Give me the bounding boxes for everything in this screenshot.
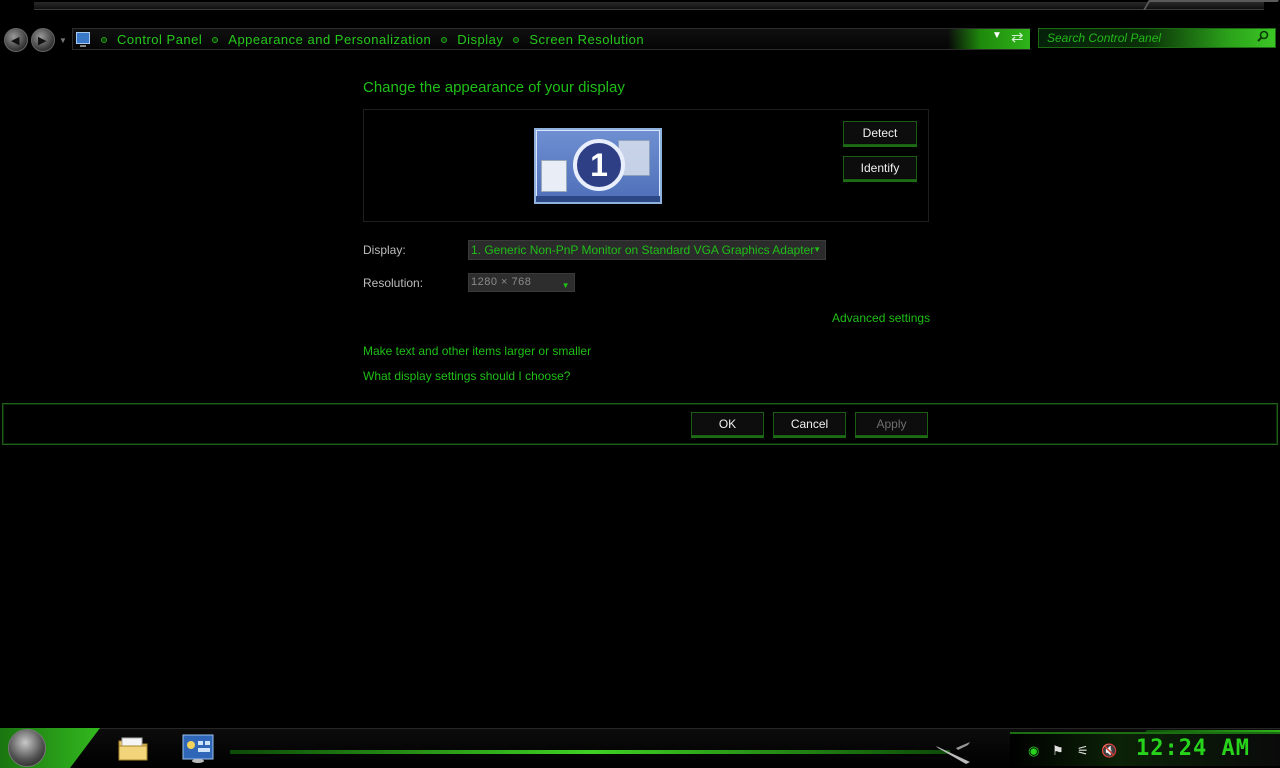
resolution-label: Resolution: [363, 276, 424, 290]
display-label: Display: [363, 243, 406, 257]
recent-pages-dropdown-icon[interactable]: ▼ [59, 36, 67, 45]
forward-arrow-icon: ▶ [38, 35, 47, 47]
breadcrumb: Control Panel Appearance and Personaliza… [95, 32, 644, 47]
chevron-down-icon: ▼ [561, 281, 570, 290]
breadcrumb-separator-icon[interactable] [101, 36, 107, 43]
title-bar[interactable] [34, 2, 1264, 10]
breadcrumb-display[interactable]: Display [457, 32, 503, 47]
breadcrumb-screen-resolution[interactable]: Screen Resolution [529, 32, 644, 47]
network-status-icon[interactable]: ◉ [1028, 743, 1039, 759]
frame-decoration [1143, 0, 1279, 10]
breadcrumb-control-panel[interactable]: Control Panel [117, 32, 202, 47]
action-center-flag-icon[interactable]: ⚑ [1052, 743, 1064, 759]
search-input[interactable]: Search Control Panel [1038, 28, 1276, 48]
cancel-button[interactable]: Cancel [773, 412, 846, 436]
display-select[interactable]: 1. Generic Non-PnP Monitor on Standard V… [468, 240, 826, 260]
address-bar[interactable]: Control Panel Appearance and Personaliza… [72, 28, 1030, 50]
breadcrumb-separator-icon[interactable] [212, 36, 219, 43]
start-orb-icon[interactable] [8, 729, 46, 767]
search-placeholder: Search Control Panel [1047, 31, 1162, 45]
advanced-settings-link[interactable]: Advanced settings [832, 311, 930, 325]
control-panel-taskbar-icon[interactable] [181, 733, 215, 763]
monitor-window-graphic [541, 160, 567, 192]
command-bar [2, 403, 1278, 445]
file-explorer-icon[interactable] [116, 733, 150, 763]
monitor-1-thumbnail[interactable]: 1 [534, 128, 662, 204]
back-button[interactable]: ◀ [4, 28, 28, 52]
back-arrow-icon: ◀ [11, 35, 20, 47]
page-title: Change the appearance of your display [363, 79, 625, 96]
network-tray-icon[interactable]: ⚟ [1077, 743, 1089, 759]
chevron-down-icon: ▼ [813, 245, 821, 254]
taskbar-decoration [936, 742, 970, 764]
taskbar-clock[interactable]: 12:24 AM [1136, 736, 1250, 761]
breadcrumb-appearance[interactable]: Appearance and Personalization [228, 32, 431, 47]
display-select-value: 1. Generic Non-PnP Monitor on Standard V… [471, 243, 815, 257]
resolution-select-value: 1280 × 768 [471, 276, 532, 288]
monitor-taskbar-graphic [536, 196, 660, 202]
resolution-select[interactable]: 1280 × 768 ▼ [468, 273, 575, 292]
monitor-number: 1 [573, 139, 625, 191]
control-panel-icon [76, 32, 90, 47]
window-top-frame [0, 0, 1280, 22]
ok-button[interactable]: OK [691, 412, 764, 436]
address-dropdown-icon[interactable]: ▼ [992, 30, 1002, 41]
display-help-link[interactable]: What display settings should I choose? [363, 369, 570, 383]
refresh-icon[interactable]: ⇄ [1011, 28, 1024, 46]
identify-button[interactable]: Identify [843, 156, 917, 180]
breadcrumb-separator-icon[interactable] [513, 36, 520, 43]
taskbar-accent-line [230, 750, 950, 754]
search-icon[interactable] [1257, 30, 1269, 42]
detect-button[interactable]: Detect [843, 121, 917, 145]
forward-button[interactable]: ▶ [31, 28, 55, 52]
volume-muted-icon[interactable]: 🔇 [1101, 743, 1117, 759]
breadcrumb-separator-icon[interactable] [441, 36, 448, 43]
text-size-link[interactable]: Make text and other items larger or smal… [363, 344, 591, 358]
apply-button[interactable]: Apply [855, 412, 928, 436]
